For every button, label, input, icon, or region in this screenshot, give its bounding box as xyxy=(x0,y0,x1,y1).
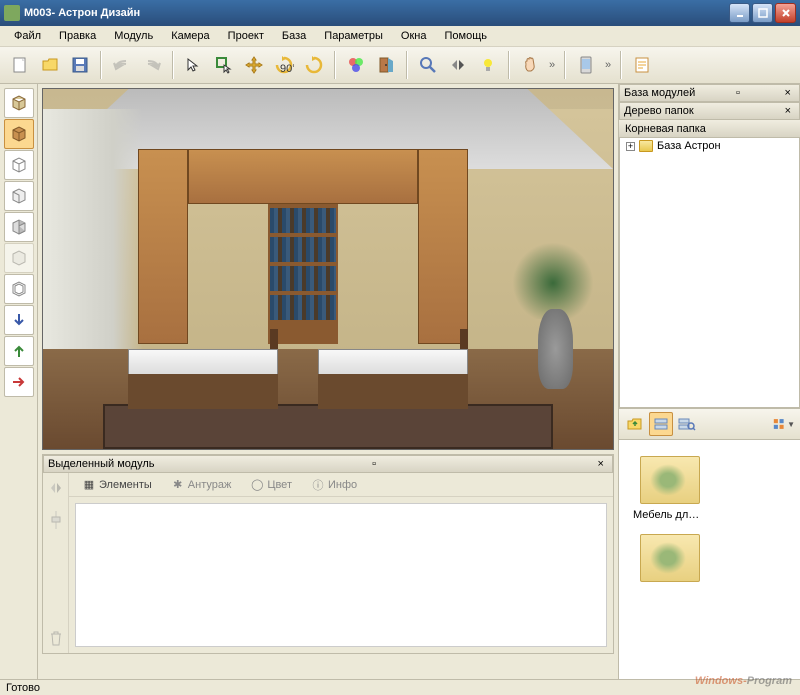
tab-color[interactable]: ◯Цвет xyxy=(241,475,302,495)
menu-project[interactable]: Проект xyxy=(220,28,272,44)
tree-root-label: Корневая папка xyxy=(625,123,706,135)
statusbar: Готово xyxy=(0,679,800,695)
right-panel-title: База модулей xyxy=(624,87,695,99)
module-close-icon[interactable]: × xyxy=(594,458,608,470)
menu-edit[interactable]: Правка xyxy=(51,28,104,44)
status-text: Готово xyxy=(6,682,40,694)
menu-file[interactable]: Файл xyxy=(6,28,49,44)
move-button[interactable] xyxy=(240,51,268,79)
view-transparent-button[interactable] xyxy=(4,243,34,273)
zoom-button[interactable] xyxy=(414,51,442,79)
phone-button[interactable] xyxy=(572,51,600,79)
arrow-down-button[interactable] xyxy=(4,305,34,335)
toolbar-expand-2[interactable]: » xyxy=(602,59,614,71)
menu-params[interactable]: Параметры xyxy=(316,28,391,44)
thumb-label: Мебель для д... xyxy=(631,508,705,522)
menu-windows[interactable]: Окна xyxy=(393,28,435,44)
menu-module[interactable]: Модуль xyxy=(106,28,161,44)
light-button[interactable] xyxy=(474,51,502,79)
slider-icon[interactable] xyxy=(47,511,65,529)
tab-elements[interactable]: ▦Элементы xyxy=(73,475,162,495)
module-panel-title: Выделенный модуль xyxy=(48,458,154,470)
colors-button[interactable] xyxy=(342,51,370,79)
view-solid-button[interactable] xyxy=(4,119,34,149)
up-folder-button[interactable] xyxy=(623,412,647,436)
rotate90-button[interactable]: 90° xyxy=(270,51,298,79)
window-title: М003- Астрон Дизайн xyxy=(24,7,729,19)
viewport-3d[interactable] xyxy=(42,88,614,450)
menu-base[interactable]: База xyxy=(274,28,314,44)
main-toolbar: 90° » » xyxy=(0,46,800,84)
toolbar-expand[interactable]: » xyxy=(546,59,558,71)
select-box-button[interactable] xyxy=(210,51,238,79)
thumb-item[interactable]: Мебель для д... xyxy=(631,452,705,522)
svg-text:90°: 90° xyxy=(280,63,294,75)
menu-help[interactable]: Помощь xyxy=(436,28,495,44)
circle-icon: ◯ xyxy=(251,479,263,491)
module-dock-icon[interactable]: ▫ xyxy=(368,458,380,470)
view-mode-button[interactable]: ▼ xyxy=(772,412,796,436)
select-button[interactable] xyxy=(180,51,208,79)
arrow-up-button[interactable] xyxy=(4,336,34,366)
module-tab-content xyxy=(75,503,607,647)
browse-toolbar: ▼ xyxy=(619,408,800,440)
thumbs-area: Мебель для д... xyxy=(619,440,800,679)
left-toolbar xyxy=(0,84,38,679)
tree-close-icon[interactable]: × xyxy=(781,105,795,117)
new-button[interactable] xyxy=(6,51,34,79)
view-perspective-button[interactable] xyxy=(4,88,34,118)
tree-panel-title: Дерево папок xyxy=(624,105,694,117)
star-icon: ✱ xyxy=(172,479,184,491)
search-server-button[interactable] xyxy=(675,412,699,436)
tree-item[interactable]: + База Астрон xyxy=(620,138,799,154)
view-server-button[interactable] xyxy=(649,412,673,436)
mirror-icon[interactable] xyxy=(47,479,65,497)
right-dock-icon[interactable]: ▫ xyxy=(732,87,744,99)
tree-item-label: База Астрон xyxy=(657,140,721,152)
thumb-label xyxy=(631,586,705,588)
folder-icon xyxy=(639,140,653,152)
redo-button[interactable] xyxy=(138,51,166,79)
save-button[interactable] xyxy=(66,51,94,79)
minimize-button[interactable] xyxy=(729,3,750,23)
view-open-button[interactable] xyxy=(4,181,34,211)
pan-button[interactable] xyxy=(516,51,544,79)
maximize-button[interactable] xyxy=(752,3,773,23)
tree-expand-icon[interactable]: + xyxy=(626,142,635,151)
mirror-button[interactable] xyxy=(444,51,472,79)
view-wireframe-button[interactable] xyxy=(4,150,34,180)
right-close-icon[interactable]: × xyxy=(781,87,795,99)
door-button[interactable] xyxy=(372,51,400,79)
tab-entourage[interactable]: ✱Антураж xyxy=(162,475,242,495)
close-button[interactable] xyxy=(775,3,796,23)
info-icon: ⓘ xyxy=(312,479,324,491)
undo-button[interactable] xyxy=(108,51,136,79)
open-button[interactable] xyxy=(36,51,64,79)
arrow-right-button[interactable] xyxy=(4,367,34,397)
tree-view[interactable]: + База Астрон xyxy=(619,138,800,408)
view-hollow-button[interactable] xyxy=(4,274,34,304)
view-side-button[interactable] xyxy=(4,212,34,242)
grid-icon: ▦ xyxy=(83,479,95,491)
app-icon xyxy=(4,5,20,21)
titlebar: М003- Астрон Дизайн xyxy=(0,0,800,26)
menubar: Файл Правка Модуль Камера Проект База Па… xyxy=(0,26,800,46)
report-button[interactable] xyxy=(628,51,656,79)
rotate-button[interactable] xyxy=(300,51,328,79)
module-panel: Выделенный модуль ▫ × ▦Элементы ✱Антураж… xyxy=(42,454,614,654)
tab-info[interactable]: ⓘИнфо xyxy=(302,475,367,495)
trash-icon[interactable] xyxy=(47,629,65,647)
thumb-item[interactable] xyxy=(631,530,705,588)
menu-camera[interactable]: Камера xyxy=(163,28,217,44)
module-tabs: ▦Элементы ✱Антураж ◯Цвет ⓘИнфо xyxy=(69,473,613,497)
